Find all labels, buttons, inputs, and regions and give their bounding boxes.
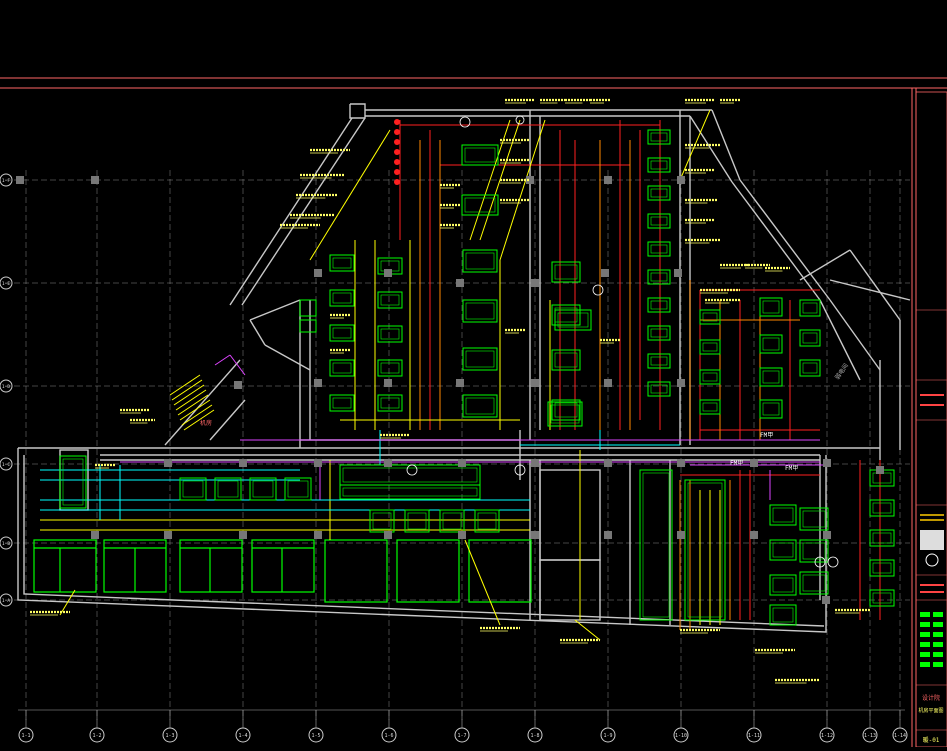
grid-bubble-label: 1-11 (748, 733, 760, 739)
structural-column (458, 531, 466, 539)
structural-column (531, 279, 539, 287)
structural-column (604, 459, 612, 467)
structural-column (750, 531, 758, 539)
structural-column (314, 459, 322, 467)
structural-column (677, 459, 685, 467)
grid-bubble-label: 1-D (2, 384, 10, 390)
grid-bubble-label: 1-C (2, 462, 10, 468)
grid-bubble-label: 1-3 (165, 733, 174, 739)
structural-column (604, 176, 612, 184)
structural-column (823, 531, 831, 539)
grid-bubble-label: 1-9 (603, 733, 612, 739)
structural-column (164, 459, 172, 467)
structural-column (604, 379, 612, 387)
grid-bubble-label: 1-E (2, 281, 10, 287)
structural-column (677, 176, 685, 184)
structural-column (458, 459, 466, 467)
structural-column (164, 531, 172, 539)
structural-column (604, 531, 612, 539)
grid-bubble-label: 1-A (2, 598, 10, 604)
structural-column (674, 269, 682, 277)
structural-column (601, 269, 609, 277)
structural-column (822, 596, 830, 604)
structural-column (384, 379, 392, 387)
grid-bubble-label: 1-12 (821, 733, 833, 739)
cad-drawing-viewport[interactable]: 设计院 机房平面图 暖-01 FM甲 FM甲 FM甲 机房 弱电间 1-1 1-… (0, 0, 947, 748)
title-block-sheet-no: 暖-01 (923, 736, 940, 744)
grid-bubble-label: 1-10 (675, 733, 687, 739)
structural-column (384, 459, 392, 467)
structural-column (239, 459, 247, 467)
room-label-fm-1: FM甲 (760, 432, 773, 439)
hvac-floor-plan-drawing: 设计院 机房平面图 暖-01 FM甲 FM甲 FM甲 机房 弱电间 1-1 1-… (0, 0, 947, 748)
structural-column (384, 531, 392, 539)
grid-bubble-label: 1-B (2, 541, 10, 547)
structural-column (531, 459, 539, 467)
structural-column (531, 531, 539, 539)
grid-bubble-label: 1-7 (457, 733, 466, 739)
grid-bubble-label: 1-6 (384, 733, 393, 739)
grid-bubble-label: 1-2 (92, 733, 101, 739)
structural-column (314, 531, 322, 539)
room-label-a: 机房 (200, 419, 212, 427)
title-block-drawing-title: 机房平面图 (918, 707, 943, 714)
grid-bubble-label: 1-8 (530, 733, 539, 739)
structural-column (677, 531, 685, 539)
structural-column (531, 379, 539, 387)
structural-column (750, 459, 758, 467)
structural-column (456, 279, 464, 287)
structural-column (384, 269, 392, 277)
grid-bubble-label: 1-13 (864, 733, 876, 739)
structural-column (16, 176, 24, 184)
structural-column (314, 269, 322, 277)
structural-column (91, 531, 99, 539)
structural-column (823, 459, 831, 467)
grid-bubble-label: 1-4 (238, 733, 247, 739)
structural-column (314, 379, 322, 387)
grid-bubble-label: 1-1 (21, 733, 30, 739)
grid-bubble-label: 1-14 (894, 733, 906, 739)
structural-column (677, 379, 685, 387)
title-block-company: 设计院 (922, 694, 940, 702)
structural-column (239, 531, 247, 539)
room-label-fm-2: FM甲 (730, 460, 743, 467)
structural-column (91, 176, 99, 184)
structural-column (876, 466, 884, 474)
structural-column (234, 381, 242, 389)
grid-bubble-label: 1-5 (311, 733, 320, 739)
structural-column (456, 379, 464, 387)
grid-bubble-label: 1-F (2, 178, 10, 184)
room-label-fm-3: FM甲 (785, 465, 798, 472)
